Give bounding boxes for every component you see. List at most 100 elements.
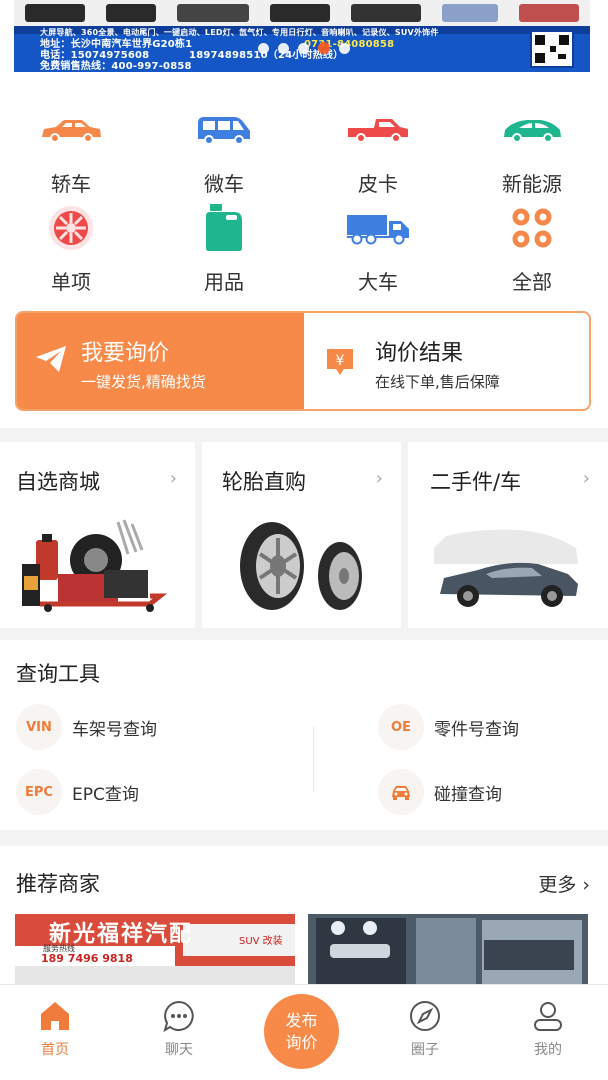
carousel-dot[interactable] xyxy=(339,42,350,54)
carousel-dot[interactable] xyxy=(318,42,330,54)
oe-icon: OE xyxy=(378,704,424,750)
quote-results-title: 询价结果 xyxy=(375,341,464,366)
product-image xyxy=(519,4,580,22)
truck-icon xyxy=(343,200,413,256)
merchant-phone: 189 7496 9818 xyxy=(41,952,133,965)
nav-chat-label: 聊天 xyxy=(165,1042,193,1058)
carousel-indicators[interactable] xyxy=(258,42,350,54)
svg-text:¥: ¥ xyxy=(336,353,345,369)
merchant-tag: SUV 改装 xyxy=(239,936,283,947)
vin-query-label: 车架号查询 xyxy=(72,719,157,740)
carousel-dot[interactable] xyxy=(278,42,289,54)
category-label: 轿车 xyxy=(51,172,91,196)
promo-banner[interactable]: 大屏导航、360全景、电动尾门、一键启动、LED灯、氙气灯、专用日行灯、音响喇叭… xyxy=(0,0,608,90)
carousel-dot[interactable] xyxy=(258,42,269,54)
user-profile-icon xyxy=(534,1002,562,1031)
category-label: 用品 xyxy=(204,270,244,294)
inquiry-card: 我要询价 一键发货,精确找货 ¥ 询价结果 在线下单,售后保障 xyxy=(15,311,591,411)
nav-home[interactable]: 首页 xyxy=(15,999,95,1059)
collision-query-button[interactable]: 碰撞查询 xyxy=(378,769,502,815)
tile-title: 二手件/车 xyxy=(430,470,522,494)
part-number-query-button[interactable]: OE 零件号查询 xyxy=(378,704,519,750)
collision-query-label: 碰撞查询 xyxy=(434,784,502,805)
category-truck[interactable]: 大车 xyxy=(318,200,438,295)
car-crash-icon xyxy=(378,769,424,815)
category-new-energy[interactable]: 新能源 xyxy=(472,102,592,197)
ev-car-icon xyxy=(497,102,567,158)
tile-title: 轮胎直购 xyxy=(222,470,306,494)
category-label: 单项 xyxy=(51,270,91,294)
category-single-item[interactable]: 单项 xyxy=(11,200,131,295)
qr-code-icon xyxy=(530,30,574,68)
query-tools-heading: 查询工具 xyxy=(16,662,100,686)
request-quote-button[interactable]: 我要询价 一键发货,精确找货 xyxy=(17,313,304,409)
epc-query-label: EPC查询 xyxy=(72,784,139,805)
used-car-image xyxy=(408,504,608,624)
paper-plane-icon xyxy=(35,345,67,377)
part-number-query-label: 零件号查询 xyxy=(434,719,519,740)
chevron-right-icon: › xyxy=(375,468,383,489)
nav-chat[interactable]: 聊天 xyxy=(139,999,219,1059)
chevron-right-icon: › xyxy=(582,468,590,489)
shop-tiles: 自选商城 › 轮胎直购 › 二手件/车 › xyxy=(0,442,608,628)
nav-circle[interactable]: 圈子 xyxy=(385,999,465,1059)
product-image xyxy=(105,4,156,22)
category-label: 大车 xyxy=(358,270,398,294)
publish-label-line2: 询价 xyxy=(285,1032,318,1052)
product-image xyxy=(442,4,499,22)
chevron-right-icon: › xyxy=(169,468,177,489)
banner-services-text: 大屏导航、360全景、电动尾门、一键启动、LED灯、氙气灯、专用日行灯、音响喇叭… xyxy=(40,28,439,37)
banner-address-text: 地址：长沙中南汽车世界G20栋1 xyxy=(40,39,193,50)
yen-tag-icon: ¥ xyxy=(323,345,357,383)
category-supplies[interactable]: 用品 xyxy=(164,200,284,295)
publish-inquiry-button[interactable]: 发布 询价 xyxy=(264,994,339,1069)
category-minivan[interactable]: 微车 xyxy=(164,102,284,197)
tile-used-parts-cars[interactable]: 二手件/车 › xyxy=(408,442,608,628)
category-label: 微车 xyxy=(204,172,244,196)
banner-phone1: 电话：15074975608 xyxy=(40,50,150,61)
pickup-icon xyxy=(343,102,413,158)
category-label: 全部 xyxy=(512,270,552,294)
vin-query-button[interactable]: VIN 车架号查询 xyxy=(16,704,157,750)
minivan-icon xyxy=(189,102,259,158)
home-icon xyxy=(41,1002,69,1030)
recommended-merchants-heading: 推荐商家 xyxy=(16,872,100,896)
tires-image xyxy=(202,504,401,624)
banner-products-strip xyxy=(14,0,590,26)
category-label: 皮卡 xyxy=(358,172,398,196)
quote-results-subtitle: 在线下单,售后保障 xyxy=(375,373,500,391)
wheel-icon xyxy=(36,200,106,256)
auto-parts-image xyxy=(0,504,195,624)
inquiry-section: 我要询价 一键发货,精确找货 ¥ 询价结果 在线下单,售后保障 xyxy=(0,300,608,428)
more-merchants-link[interactable]: 更多 › xyxy=(538,870,590,897)
all-grid-icon xyxy=(497,200,567,256)
nav-home-label: 首页 xyxy=(41,1042,69,1058)
merchant-card[interactable]: 新光福祥汽配 服务热线 189 7496 9818 SUV 改装 xyxy=(15,914,295,986)
nav-circle-label: 圈子 xyxy=(411,1042,439,1058)
divider xyxy=(313,726,314,792)
carousel-dot[interactable] xyxy=(298,42,309,54)
banner-hotline: 免费销售热线：400-997-0858 xyxy=(40,61,192,72)
sedan-icon xyxy=(36,102,106,158)
chat-bubble-icon xyxy=(163,1000,194,1033)
category-pickup[interactable]: 皮卡 xyxy=(318,102,438,197)
nav-mine-label: 我的 xyxy=(534,1042,562,1058)
epc-query-button[interactable]: EPC EPC查询 xyxy=(16,769,139,815)
epc-icon: EPC xyxy=(16,769,62,815)
product-image xyxy=(351,4,422,22)
request-quote-subtitle: 一键发货,精确找货 xyxy=(81,373,206,391)
publish-label-line1: 发布 xyxy=(285,1010,318,1030)
vin-icon: VIN xyxy=(16,704,62,750)
category-grid: 轿车 微车 皮卡 新能源 单项 用品 大车 全部 xyxy=(0,90,608,300)
compass-icon xyxy=(410,1001,440,1031)
nav-mine[interactable]: 我的 xyxy=(508,999,588,1059)
query-tools-section: 查询工具 VIN 车架号查询 OE 零件号查询 EPC EPC查询 碰撞查询 xyxy=(0,640,608,830)
merchant-card[interactable] xyxy=(308,914,588,986)
product-image xyxy=(269,4,330,22)
tile-self-select-mall[interactable]: 自选商城 › xyxy=(0,442,195,628)
category-all[interactable]: 全部 xyxy=(472,200,592,295)
category-sedan[interactable]: 轿车 xyxy=(11,102,131,197)
tile-title: 自选商城 xyxy=(16,470,100,494)
tile-tire-direct[interactable]: 轮胎直购 › xyxy=(202,442,401,628)
oil-can-icon xyxy=(189,200,259,256)
